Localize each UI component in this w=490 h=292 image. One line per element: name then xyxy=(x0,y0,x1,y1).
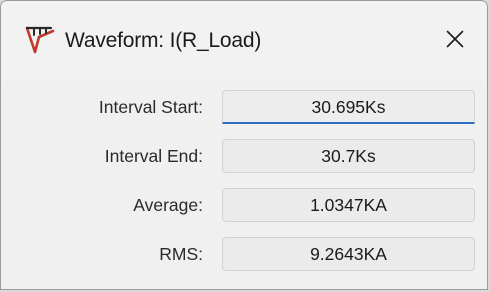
interval-end-row: Interval End: 30.7Ks xyxy=(1,139,487,173)
interval-start-field[interactable]: 30.695Ks xyxy=(222,90,475,124)
measurement-panel: Interval Start: 30.695Ks Interval End: 3… xyxy=(1,81,487,289)
ltspice-logo-icon xyxy=(25,25,55,55)
interval-start-label: Interval Start: xyxy=(98,97,203,117)
close-icon xyxy=(446,30,464,53)
rms-field[interactable]: 9.2643KA xyxy=(222,237,475,271)
interval-start-row: Interval Start: 30.695Ks xyxy=(1,90,487,124)
waveform-dialog: Waveform: I(R_Load) Interval Start: 30.6… xyxy=(0,0,488,290)
average-field[interactable]: 1.0347KA xyxy=(222,188,475,222)
interval-end-field[interactable]: 30.7Ks xyxy=(222,139,475,173)
rms-row: RMS: 9.2643KA xyxy=(1,237,487,271)
average-label: Average: xyxy=(133,195,203,215)
rms-label: RMS: xyxy=(159,244,203,264)
average-row: Average: 1.0347KA xyxy=(1,188,487,222)
close-button[interactable] xyxy=(433,19,477,63)
interval-end-label: Interval End: xyxy=(104,146,203,166)
title-bar[interactable]: Waveform: I(R_Load) xyxy=(1,1,487,81)
window-title: Waveform: I(R_Load) xyxy=(65,29,262,52)
